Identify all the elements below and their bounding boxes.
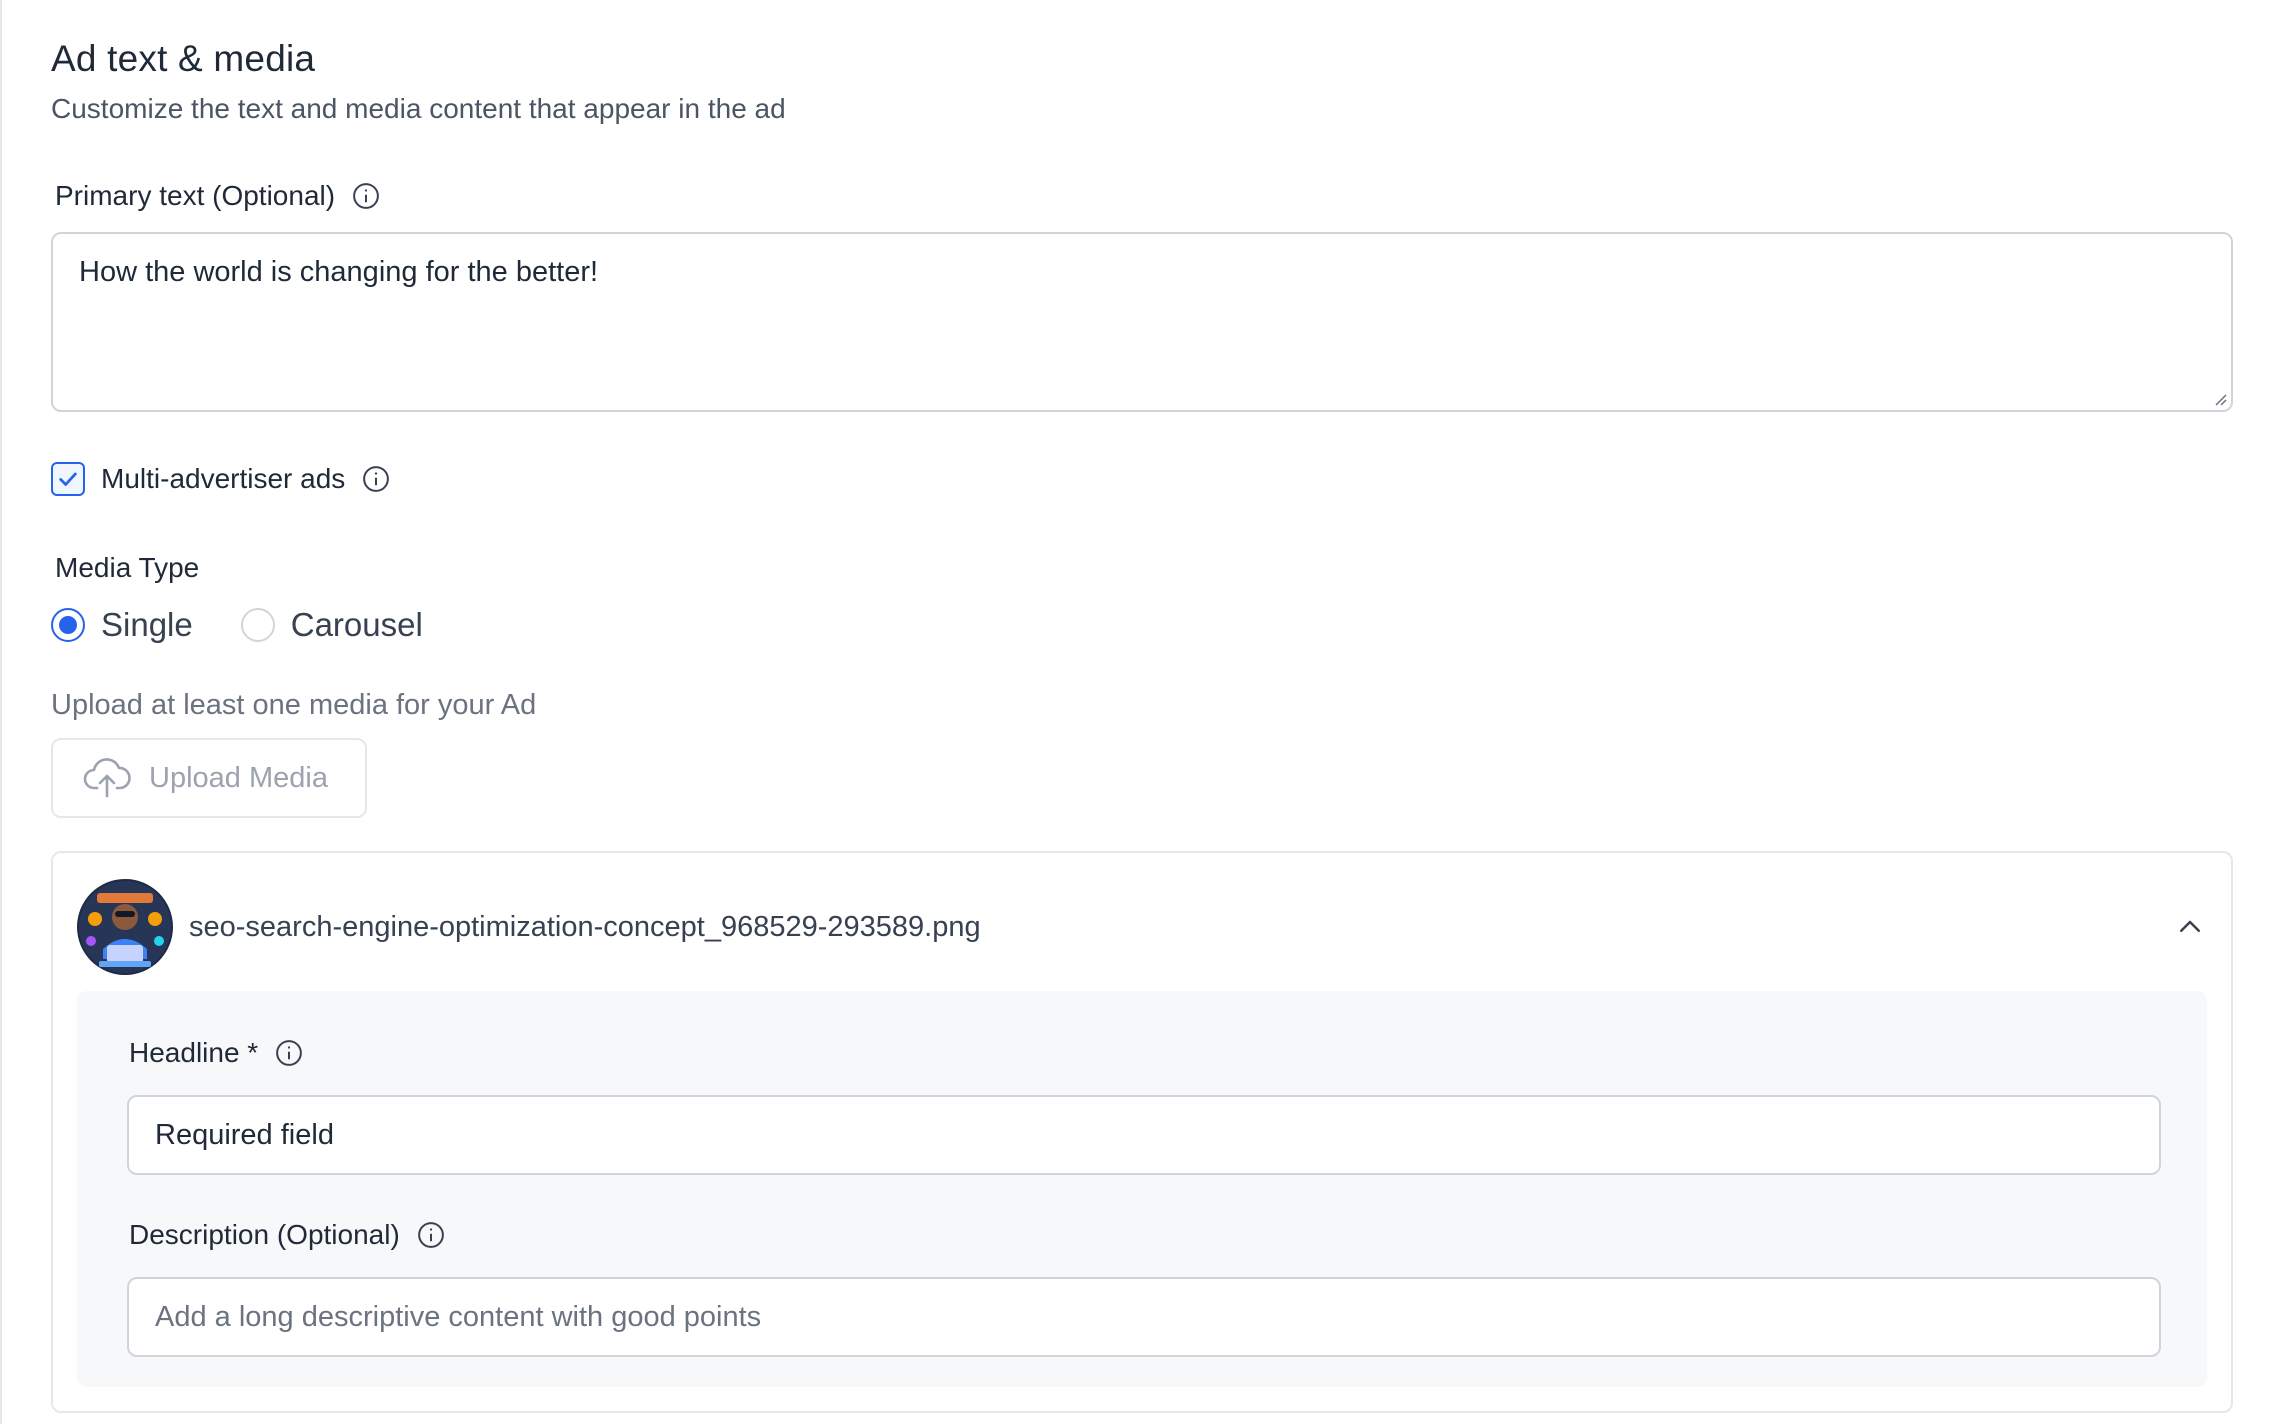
carousel-radio[interactable] bbox=[240, 608, 275, 642]
multi-advertiser-checkbox[interactable] bbox=[51, 462, 85, 496]
section-title: Ad text & media bbox=[51, 38, 316, 79]
media-type-label: Media Type bbox=[55, 552, 200, 583]
description-label-row: Description (Optional) bbox=[129, 1219, 446, 1251]
media-filename: seo-search-engine-optimization-concept_9… bbox=[189, 910, 981, 943]
description-input[interactable]: Add a long descriptive content with good… bbox=[127, 1277, 2161, 1357]
headline-label-row: Headline * bbox=[129, 1037, 304, 1069]
headline-label: Headline * bbox=[129, 1037, 259, 1068]
media-type-option-single[interactable]: Single bbox=[51, 606, 193, 644]
media-item-card: seo-search-engine-optimization-concept_9… bbox=[51, 851, 2233, 1413]
single-radio-label[interactable]: Single bbox=[101, 606, 193, 644]
multi-advertiser-row: Multi-advertiser ads bbox=[51, 462, 391, 496]
media-type-label-row: Media Type bbox=[55, 552, 199, 584]
cloud-upload-icon bbox=[83, 758, 131, 798]
carousel-radio-label[interactable]: Carousel bbox=[291, 606, 423, 644]
media-type-radio-group: Single Carousel bbox=[51, 606, 423, 644]
headline-input[interactable]: Required field bbox=[127, 1095, 2161, 1175]
single-radio[interactable] bbox=[51, 608, 85, 642]
info-icon[interactable] bbox=[361, 464, 391, 494]
info-icon[interactable] bbox=[351, 181, 381, 211]
media-item-details: Headline * Required field Description (O… bbox=[77, 991, 2207, 1387]
primary-text-label: Primary text (Optional) bbox=[55, 180, 336, 211]
upload-hint: Upload at least one media for your Ad bbox=[51, 689, 537, 721]
page-left-border bbox=[0, 0, 2, 1424]
description-placeholder: Add a long descriptive content with good… bbox=[155, 1300, 762, 1333]
resize-handle-icon[interactable] bbox=[2213, 392, 2227, 406]
checkmark-icon bbox=[59, 472, 77, 486]
upload-media-label: Upload Media bbox=[149, 761, 328, 794]
media-item-header[interactable]: seo-search-engine-optimization-concept_9… bbox=[77, 879, 2207, 975]
primary-text-textarea[interactable]: How the world is changing for the better… bbox=[51, 232, 2233, 412]
chevron-up-icon[interactable] bbox=[2173, 910, 2207, 944]
media-type-option-carousel[interactable]: Carousel bbox=[240, 606, 423, 644]
info-icon[interactable] bbox=[274, 1038, 304, 1068]
primary-text-label-row: Primary text (Optional) bbox=[55, 180, 381, 212]
headline-value: Required field bbox=[155, 1118, 334, 1151]
primary-text-value: How the world is changing for the better… bbox=[79, 256, 599, 288]
upload-media-button[interactable]: Upload Media bbox=[51, 738, 367, 818]
multi-advertiser-label[interactable]: Multi-advertiser ads bbox=[101, 463, 345, 495]
info-icon[interactable] bbox=[416, 1220, 446, 1250]
description-label: Description (Optional) bbox=[129, 1219, 400, 1250]
section-subtitle: Customize the text and media content tha… bbox=[51, 93, 786, 124]
media-thumbnail bbox=[77, 879, 173, 975]
